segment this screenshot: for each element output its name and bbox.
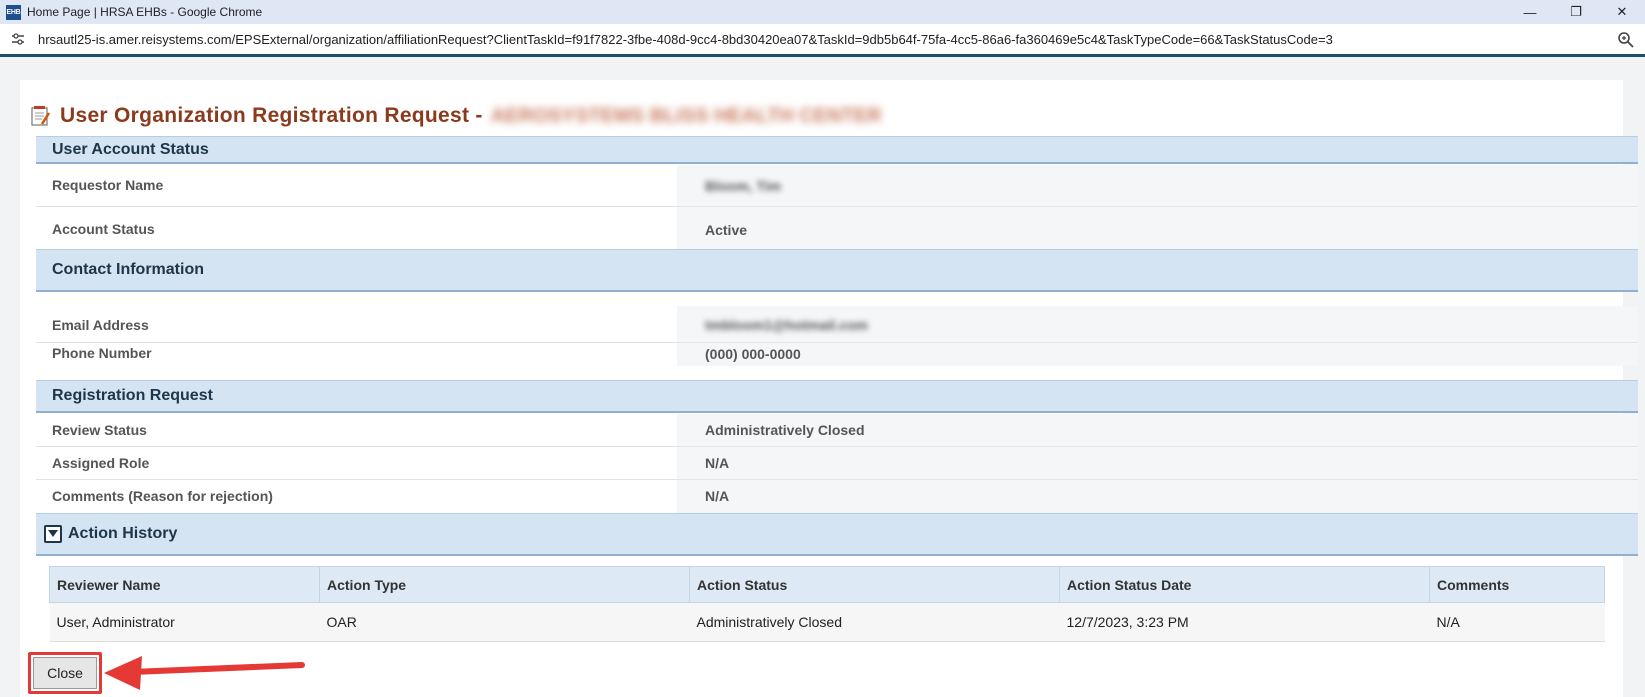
column-header[interactable]: Reviewer Name <box>49 566 320 603</box>
window-controls: — ❐ ✕ <box>1507 0 1645 24</box>
pointer-arrow-icon <box>104 656 305 690</box>
address-bar: hrsautl25-is.amer.reisystems.com/EPSExte… <box>0 24 1645 57</box>
row-value-cell: tmbloom1@hotmail.com <box>677 306 1638 342</box>
account-status-value: Active <box>705 222 748 238</box>
row-label: Assigned Role <box>52 455 150 471</box>
phone-number-value: (000) 000-0000 <box>705 346 801 362</box>
row-requestor-name: Requestor Name Bloom, Tim <box>36 165 1638 207</box>
row-label: Phone Number <box>52 345 152 361</box>
row-review-status: Review Status Administratively Closed <box>36 414 1638 447</box>
section-title: Action History <box>68 525 178 542</box>
section-title: Registration Request <box>52 387 213 404</box>
action-history-table: Reviewer Name Action Type Action Status … <box>49 566 1605 642</box>
row-label: Comments (Reason for rejection) <box>52 488 273 504</box>
column-header[interactable]: Action Type <box>319 566 690 603</box>
section-registration-request: Registration Request <box>36 380 1638 413</box>
table-cell: Administratively Closed <box>689 602 1060 642</box>
organization-name-blurred: AEROSYSTEMS BLISS HEALTH CENTER <box>490 104 882 127</box>
ehb-favicon-icon: EHB <box>6 4 21 20</box>
minimize-button[interactable]: — <box>1507 0 1553 24</box>
table-header-row: Reviewer Name Action Type Action Status … <box>49 566 1605 603</box>
row-label: Requestor Name <box>52 177 164 193</box>
row-email-address: Email Address tmbloom1@hotmail.com <box>36 306 1638 343</box>
row-phone-number: Phone Number (000) 000-0000 <box>36 343 1638 366</box>
email-address-value: tmbloom1@hotmail.com <box>705 317 868 333</box>
row-value-cell: N/A <box>677 447 1638 479</box>
requestor-name-value: Bloom, Tim <box>705 178 781 194</box>
notepad-icon <box>30 105 52 127</box>
section-user-account-status: User Account Status <box>36 136 1638 164</box>
url-field[interactable]: hrsautl25-is.amer.reisystems.com/EPSExte… <box>38 32 1333 47</box>
close-window-button[interactable]: ✕ <box>1599 0 1645 24</box>
window-title: Home Page | HRSA EHBs - Google Chrome <box>27 5 263 19</box>
row-value-cell: (000) 000-0000 <box>677 343 1638 366</box>
site-settings-icon[interactable] <box>10 31 26 47</box>
section-contact-information: Contact Information <box>36 249 1638 292</box>
table-cell: N/A <box>1429 602 1605 642</box>
row-value-cell: Administratively Closed <box>677 414 1638 446</box>
row-account-status: Account Status Active <box>36 207 1638 249</box>
page-content: User Organization Registration Request -… <box>20 80 1638 697</box>
review-status-value: Administratively Closed <box>705 422 865 438</box>
column-header[interactable]: Action Status <box>689 566 1060 603</box>
page-title-text: User Organization Registration Request - <box>60 104 483 127</box>
restore-button[interactable]: ❐ <box>1553 0 1599 24</box>
column-header[interactable]: Action Status Date <box>1059 566 1430 603</box>
row-label: Account Status <box>52 221 155 237</box>
row-comments: Comments (Reason for rejection) N/A <box>36 480 1638 513</box>
row-value-cell: Active <box>677 207 1638 249</box>
zoom-icon[interactable] <box>1617 31 1635 49</box>
collapse-toggle-icon[interactable] <box>44 525 62 543</box>
section-action-history[interactable]: Action History <box>36 513 1638 556</box>
table-cell: 12/7/2023, 3:23 PM <box>1059 602 1430 642</box>
section-title: Contact Information <box>52 261 204 278</box>
row-label: Review Status <box>52 422 147 438</box>
assigned-role-value: N/A <box>705 455 730 471</box>
row-assigned-role: Assigned Role N/A <box>36 447 1638 480</box>
row-value-cell: Bloom, Tim <box>677 165 1638 206</box>
row-value-cell: N/A <box>677 480 1638 513</box>
table-cell: User, Administrator <box>49 602 320 642</box>
page-title: User Organization Registration Request -… <box>30 104 882 128</box>
close-button[interactable]: Close <box>33 657 97 689</box>
close-button-highlight: Close <box>28 652 102 694</box>
table-row: User, Administrator OAR Administratively… <box>49 602 1605 642</box>
column-header[interactable]: Comments <box>1429 566 1605 603</box>
comments-value: N/A <box>705 488 730 504</box>
row-label: Email Address <box>52 317 149 333</box>
section-title: User Account Status <box>52 140 209 158</box>
table-cell: OAR <box>319 602 690 642</box>
browser-titlebar: EHB Home Page | HRSA EHBs - Google Chrom… <box>0 0 1645 24</box>
